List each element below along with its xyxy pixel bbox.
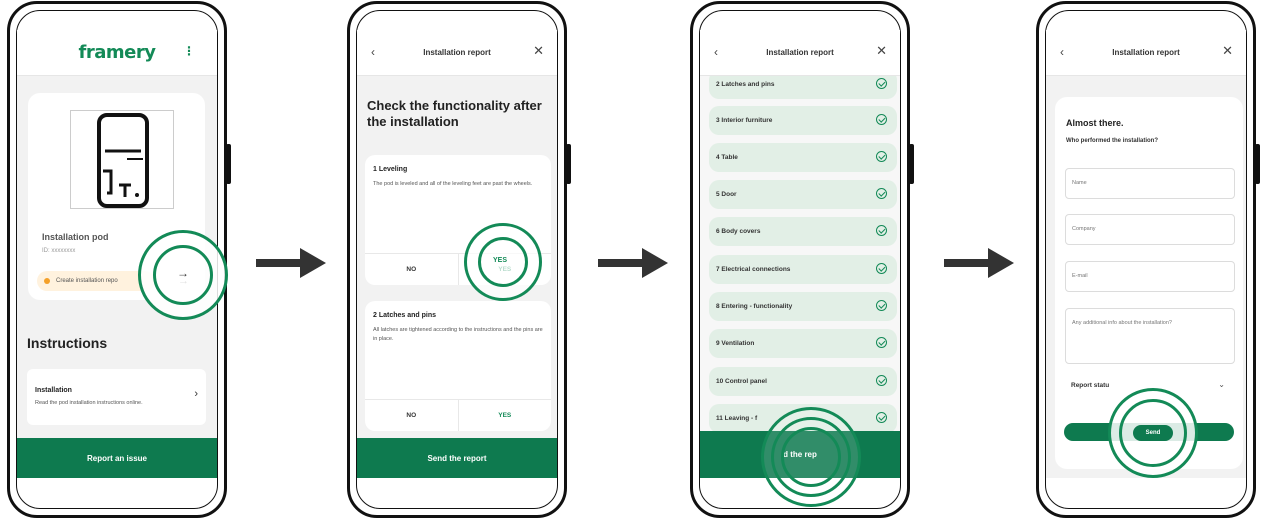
- flow-arrow-icon: [256, 248, 326, 278]
- checklist-item[interactable]: 3 Interior furniture: [709, 106, 897, 135]
- report-header: ‹ Installation report ✕: [357, 30, 557, 76]
- instruction-card[interactable]: Installation Read the pod installation i…: [27, 369, 206, 425]
- checklist-item-label: 7 Electrical connections: [716, 266, 791, 273]
- phone-frame-3: 2 Latches and pins 3 Interior furniture …: [690, 1, 914, 518]
- email-field[interactable]: E-mail: [1065, 261, 1235, 292]
- question-description: All latches are tightened according to t…: [373, 327, 543, 342]
- pod-id: ID: xxxxxxxx: [42, 248, 76, 254]
- no-button[interactable]: NO: [365, 254, 459, 285]
- check-circle-icon: [876, 78, 887, 89]
- checklist-item-label: 3 Interior furniture: [716, 117, 773, 124]
- phone-frame-2: ‹ Installation report ✕ Check the functi…: [347, 1, 571, 518]
- close-icon[interactable]: ✕: [533, 43, 544, 59]
- highlight-send-button: Send: [1133, 425, 1173, 441]
- header-title: Installation report: [423, 48, 491, 57]
- check-circle-icon: [876, 188, 887, 199]
- question-description: The pod is leveled and all of the leveli…: [373, 181, 533, 187]
- no-button[interactable]: NO: [365, 400, 459, 431]
- close-icon[interactable]: ✕: [876, 43, 887, 59]
- phone-side-button: [1255, 144, 1260, 184]
- form-heading: Almost there.: [1066, 118, 1124, 128]
- header-title: Installation report: [766, 48, 834, 57]
- question-title: 1 Leveling: [373, 166, 408, 173]
- highlight-arrow-icon: →: [177, 266, 189, 280]
- checklist-item[interactable]: 9 Ventilation: [709, 329, 897, 358]
- name-field[interactable]: Name: [1065, 168, 1235, 199]
- framery-logo: framery: [78, 42, 156, 63]
- checklist-item[interactable]: 10 Control panel: [709, 367, 897, 396]
- flow-arrow-icon: [944, 248, 1014, 278]
- check-circle-icon: [876, 263, 887, 274]
- check-circle-icon: [876, 151, 887, 162]
- checklist-item-label: 10 Control panel: [716, 378, 767, 385]
- tap-highlight-ring: [781, 427, 841, 487]
- question-title: 2 Latches and pins: [373, 312, 437, 319]
- close-icon[interactable]: ✕: [1222, 43, 1233, 59]
- kebab-menu-icon[interactable]: ⋮: [183, 44, 195, 58]
- phone-frame-1: framery ⋮ Installation pod ID: xxxxxxxx …: [7, 1, 231, 518]
- checklist-item[interactable]: 7 Electrical connections: [709, 255, 897, 284]
- phone-side-button: [909, 144, 914, 184]
- report-status-label[interactable]: Report statu: [1071, 382, 1109, 389]
- check-circle-icon: [876, 412, 887, 423]
- check-circle-icon: [876, 337, 887, 348]
- additional-info-field[interactable]: Any additional info about the installati…: [1065, 308, 1235, 364]
- checklist-item[interactable]: 6 Body covers: [709, 217, 897, 246]
- back-icon[interactable]: ‹: [1060, 45, 1064, 59]
- phone-frame-4: ‹ Installation report ✕ Almost there. Wh…: [1036, 1, 1260, 518]
- create-report-label: Create installation repo: [56, 278, 118, 284]
- question-card: 2 Latches and pins All latches are tight…: [365, 301, 551, 431]
- checklist-item-label: 6 Body covers: [716, 228, 761, 235]
- pod-image: [70, 110, 174, 209]
- highlight-send-label: Send: [1145, 430, 1161, 436]
- header-title: Installation report: [1112, 48, 1180, 57]
- checklist-item[interactable]: 8 Entering - functionality: [709, 292, 897, 321]
- instruction-description: Read the pod installation instructions o…: [35, 400, 143, 406]
- check-circle-icon: [876, 225, 887, 236]
- check-circle-icon: [876, 300, 887, 311]
- flow-arrow-icon: [598, 248, 668, 278]
- phone-side-button: [226, 144, 231, 184]
- back-icon[interactable]: ‹: [714, 45, 718, 59]
- form-subheading: Who performed the installation?: [1066, 138, 1159, 144]
- report-header: ‹ Installation report ✕: [700, 30, 900, 76]
- phone-side-button: [566, 144, 571, 184]
- pod-name: Installation pod: [42, 232, 109, 242]
- report-issue-button[interactable]: Report an issue: [17, 438, 217, 478]
- checklist-item[interactable]: 5 Door: [709, 180, 897, 209]
- checklist-item-label: 8 Entering - functionality: [716, 303, 793, 310]
- checklist-item-label: 11 Leaving - f: [716, 415, 758, 422]
- app-header: framery ⋮: [17, 30, 217, 76]
- status-dot-icon: [44, 278, 50, 284]
- page-heading: Check the functionality after the instal…: [367, 98, 542, 130]
- send-report-button[interactable]: Send the report: [357, 438, 557, 478]
- company-field[interactable]: Company: [1065, 214, 1235, 245]
- instruction-title: Installation: [35, 387, 72, 394]
- yes-button[interactable]: YES: [459, 400, 552, 431]
- checklist-item[interactable]: 4 Table: [709, 143, 897, 172]
- checklist-item-label: 5 Door: [716, 191, 737, 198]
- chevron-right-icon: ›: [194, 388, 198, 400]
- check-circle-icon: [876, 114, 887, 125]
- answer-row: NO YES: [365, 399, 551, 431]
- chevron-down-icon[interactable]: ⌄: [1218, 380, 1225, 389]
- highlight-yes-label: YES: [493, 257, 508, 264]
- instructions-heading: Instructions: [27, 335, 108, 351]
- check-circle-icon: [876, 375, 887, 386]
- checklist-item-label: 2 Latches and pins: [716, 81, 775, 88]
- checklist-item-label: 4 Table: [716, 154, 738, 161]
- checklist-item-label: 9 Ventilation: [716, 340, 755, 347]
- back-icon[interactable]: ‹: [371, 45, 375, 59]
- report-header: ‹ Installation report ✕: [1046, 30, 1246, 76]
